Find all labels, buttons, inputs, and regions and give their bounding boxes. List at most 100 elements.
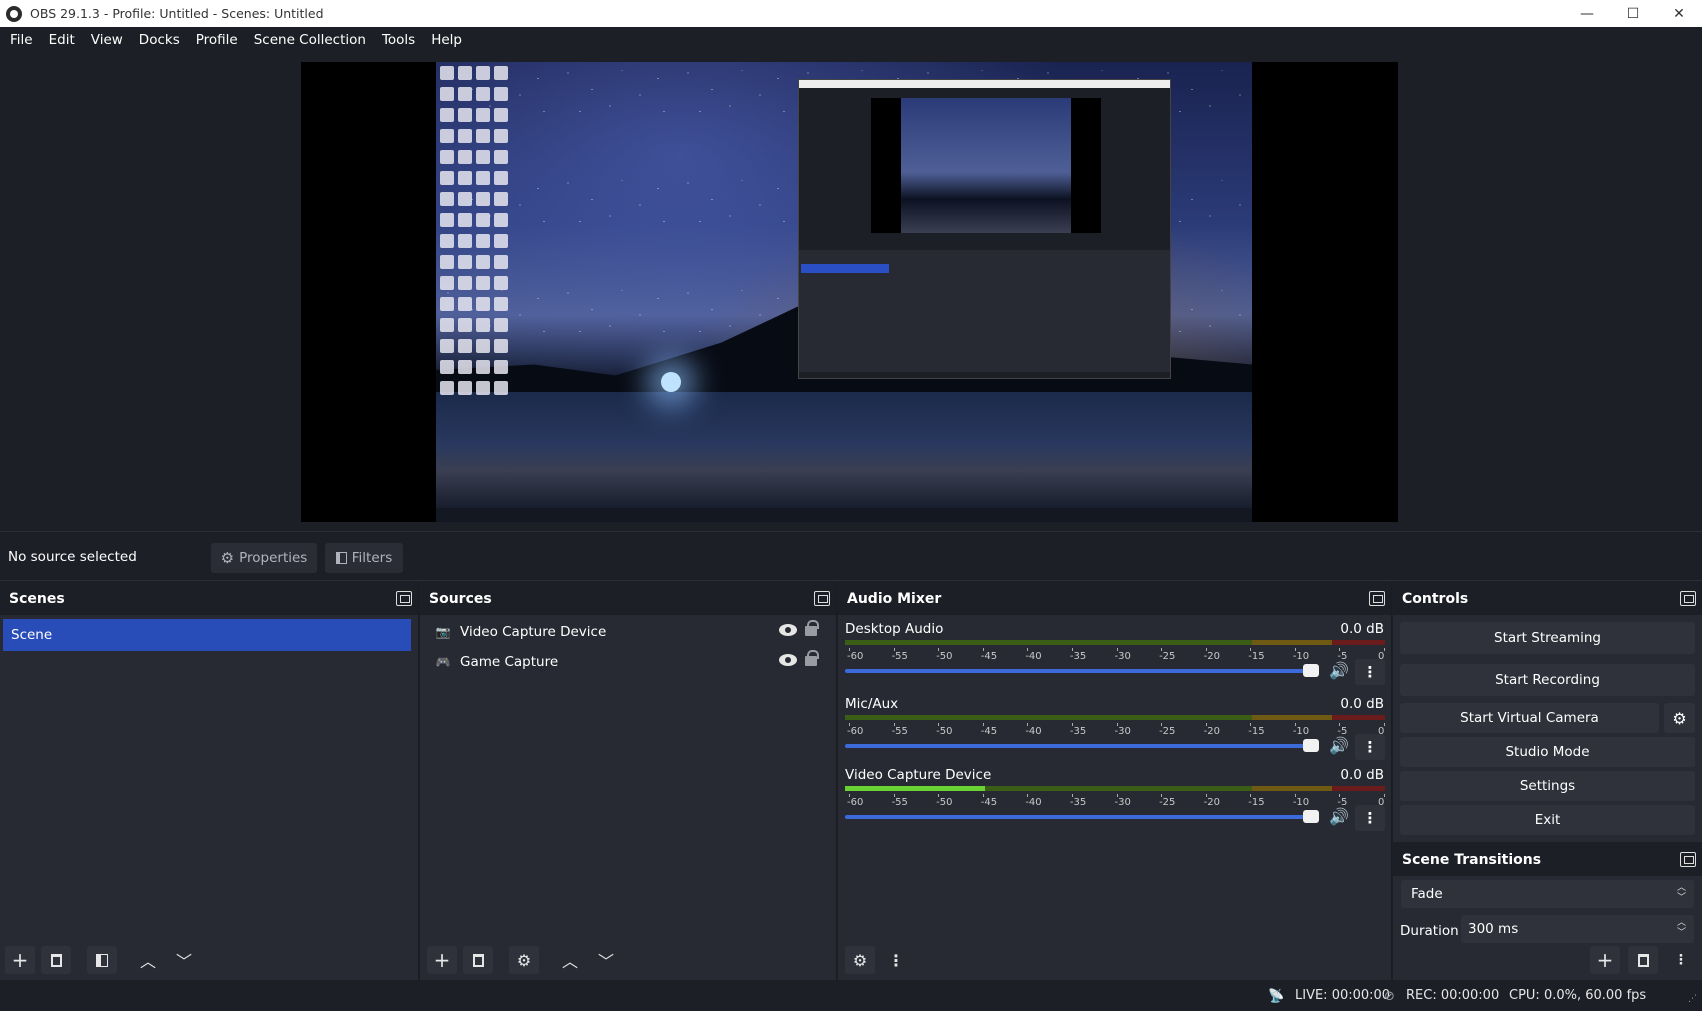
meter-tick-label: -40 — [1025, 651, 1042, 662]
undock-icon[interactable] — [1680, 591, 1696, 606]
spinner-arrows-icon: ︿ ﹀ — [1676, 918, 1686, 938]
start-virtual-camera-button[interactable]: Start Virtual Camera — [1400, 703, 1659, 733]
add-source-button[interactable]: + — [427, 946, 457, 974]
meter-tick-label: -10 — [1292, 797, 1310, 808]
transition-select[interactable]: Fade ︿ ﹀ — [1401, 880, 1694, 908]
volume-slider[interactable] — [845, 739, 1319, 752]
meter-tick-label: -15 — [1248, 726, 1265, 737]
source-item-video-capture[interactable]: 📷 Video Capture Device — [5, 618, 825, 646]
menu-file[interactable]: File — [2, 27, 41, 53]
remove-transition-button[interactable] — [1628, 946, 1658, 974]
menu-tools[interactable]: Tools — [374, 27, 423, 53]
properties-button[interactable]: ⚙ Properties — [211, 543, 317, 573]
meter-tick-label: -60 — [847, 726, 864, 737]
add-scene-button[interactable]: + — [5, 946, 35, 974]
undock-icon[interactable] — [1680, 852, 1696, 867]
move-scene-down-button[interactable]: ﹀ — [169, 946, 199, 974]
mixer-menu-button[interactable]: ⋮ — [881, 946, 911, 974]
preview-canvas[interactable] — [301, 62, 1398, 522]
meter-tick-label: -10 — [1292, 726, 1310, 737]
advanced-audio-properties-button[interactable]: ⚙ — [845, 946, 875, 974]
source-item-game-capture[interactable]: 🎮 Game Capture — [5, 648, 825, 676]
filters-button[interactable]: Filters — [325, 543, 403, 573]
volume-slider[interactable] — [845, 664, 1319, 677]
speaker-icon[interactable]: 🔊 — [1329, 661, 1349, 680]
kebab-menu-icon: ⋮ — [1362, 663, 1378, 681]
meter-tick-label: -20 — [1203, 726, 1220, 737]
kebab-menu-icon: ⋮ — [1362, 738, 1378, 756]
volume-slider-handle[interactable] — [1303, 739, 1319, 752]
start-recording-button[interactable]: Start Recording — [1400, 664, 1695, 696]
menu-help[interactable]: Help — [423, 27, 470, 53]
volume-slider-handle[interactable] — [1303, 810, 1319, 823]
add-transition-button[interactable]: + — [1590, 946, 1620, 974]
undock-icon[interactable] — [1369, 591, 1385, 606]
plus-icon: + — [433, 948, 451, 972]
meter-tick-label: -15 — [1248, 797, 1265, 808]
lock-icon[interactable] — [805, 620, 819, 636]
live-signal-icon: 📡 — [1268, 989, 1285, 1004]
exit-button[interactable]: Exit — [1400, 805, 1695, 835]
scene-filters-button[interactable] — [87, 946, 117, 974]
cpu-fps: CPU: 0.0%, 60.00 fps — [1509, 988, 1647, 1003]
transition-properties-button[interactable]: ⋮ — [1666, 946, 1696, 974]
menu-view[interactable]: View — [83, 27, 131, 53]
resize-grip-icon[interactable]: ⋰ — [1688, 994, 1697, 1004]
channel-db: 0.0 dB — [1340, 621, 1384, 637]
meter-tick-label: -45 — [980, 651, 998, 662]
virtual-camera-settings-button[interactable]: ⚙ — [1664, 703, 1695, 733]
meter-tick-label: -25 — [1159, 651, 1176, 662]
speaker-icon[interactable]: 🔊 — [1329, 736, 1349, 755]
undock-icon[interactable] — [396, 591, 412, 606]
sources-dock: Sources 📷 Video Capture Device 🎮 Game Ca… — [420, 582, 837, 980]
source-properties-button[interactable]: ⚙ — [509, 946, 539, 974]
move-scene-up-button[interactable]: ︿ — [133, 946, 163, 974]
menu-scene-collection[interactable]: Scene Collection — [246, 27, 374, 53]
duration-spinbox[interactable]: 300 ms ︿ ﹀ — [1461, 915, 1694, 943]
undock-icon[interactable] — [814, 591, 830, 606]
minimize-button[interactable]: — — [1564, 0, 1610, 27]
visibility-eye-icon[interactable] — [779, 624, 797, 636]
meter-tick-label: -30 — [1114, 726, 1131, 737]
channel-db: 0.0 dB — [1340, 767, 1384, 783]
remove-source-button[interactable] — [463, 946, 493, 974]
scene-transitions-dock: Scene Transitions Fade ︿ ﹀ Duration 300 m… — [1393, 843, 1702, 980]
kebab-menu-icon: ⋮ — [888, 950, 904, 970]
menu-profile[interactable]: Profile — [188, 27, 246, 53]
title-bar: OBS 29.1.3 - Profile: Untitled - Scenes:… — [0, 0, 1702, 27]
visibility-eye-icon[interactable] — [779, 654, 797, 666]
menu-edit[interactable]: Edit — [41, 27, 83, 53]
kebab-menu-icon: ⋮ — [1674, 952, 1688, 968]
start-streaming-button[interactable]: Start Streaming — [1400, 622, 1695, 654]
lock-icon[interactable] — [805, 650, 819, 666]
meter-tick-label: -15 — [1248, 651, 1265, 662]
meter-tick-label: -40 — [1025, 726, 1042, 737]
studio-mode-button[interactable]: Studio Mode — [1400, 737, 1695, 767]
meter-tick-label: -50 — [936, 651, 953, 662]
volume-slider-handle[interactable] — [1303, 664, 1319, 677]
meter-tick-label: -25 — [1159, 726, 1176, 737]
volume-meter — [845, 640, 1385, 645]
channel-menu-button[interactable]: ⋮ — [1355, 805, 1385, 831]
close-button[interactable]: ✕ — [1656, 0, 1702, 27]
channel-menu-button[interactable]: ⋮ — [1355, 659, 1385, 685]
preview-area — [0, 53, 1702, 531]
move-source-down-button[interactable]: ﹀ — [591, 946, 621, 974]
mixer-channel: Video Capture Device 0.0 dB -60 -55 -50 -45… — [845, 767, 1385, 837]
meter-tick-label: -35 — [1069, 651, 1087, 662]
menu-docks[interactable]: Docks — [131, 27, 188, 53]
volume-meter — [845, 786, 1385, 791]
speaker-icon[interactable]: 🔊 — [1329, 807, 1349, 826]
trash-icon — [50, 953, 62, 967]
settings-button[interactable]: Settings — [1400, 771, 1695, 801]
meter-tick-label: -60 — [847, 797, 864, 808]
channel-menu-button[interactable]: ⋮ — [1355, 734, 1385, 760]
meter-tick-label: -55 — [891, 651, 908, 662]
remove-scene-button[interactable] — [41, 946, 71, 974]
volume-slider[interactable] — [845, 810, 1319, 823]
mixer-channel: Mic/Aux 0.0 dB -60 -55 -50 -45 -40 -35 -30 -25 -… — [845, 696, 1385, 766]
move-source-up-button[interactable]: ︿ — [555, 946, 585, 974]
duration-label: Duration — [1400, 923, 1459, 939]
maximize-button[interactable]: ☐ — [1610, 0, 1656, 27]
channel-name: Video Capture Device — [845, 767, 992, 783]
